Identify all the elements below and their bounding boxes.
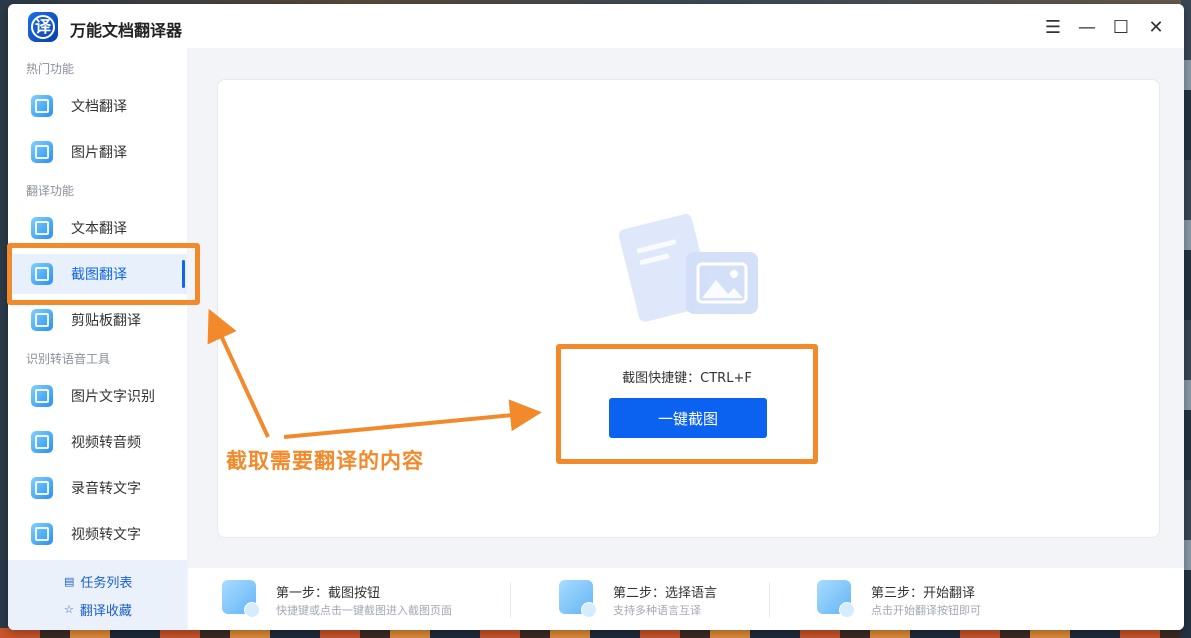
sidebar-footer: ▤ 任务列表 ☆ 翻译收藏 (8, 560, 187, 630)
step-desc: 支持多种语言互译 (613, 604, 701, 617)
sidebar-item-image-translate[interactable]: 图片翻译 (8, 132, 187, 172)
clipboard-translate-icon (31, 309, 53, 331)
step-title: 第三步：开始翻译 (871, 586, 976, 601)
section-label-recognition: 识别转语音工具 (26, 352, 111, 366)
text-translate-icon (31, 217, 53, 239)
sidebar-item-screenshot-translate[interactable]: 截图翻译 (8, 254, 187, 294)
audio-to-text-icon (31, 477, 53, 499)
menu-icon[interactable]: ☰ (1042, 16, 1064, 38)
step-desc: 快捷键或点击一键截图进入截图页面 (276, 604, 452, 617)
step-title: 第二步：选择语言 (613, 586, 718, 601)
sidebar-item-label: 视频转文字 (71, 527, 141, 543)
sidebar-item-document-translate[interactable]: 文档翻译 (8, 86, 187, 126)
video-to-text-icon (31, 523, 53, 545)
sidebar-item-label: 剪贴板翻译 (71, 313, 141, 329)
favorites-link[interactable]: ☆ 翻译收藏 (64, 600, 132, 619)
shortcut-hint: 截图快捷键：CTRL+F (622, 371, 752, 386)
document-translate-icon (31, 95, 53, 117)
maximize-icon[interactable]: ☐ (1110, 16, 1132, 38)
favorites-label: 翻译收藏 (79, 604, 132, 619)
task-list-label: 任务列表 (80, 576, 133, 591)
section-label-translate: 翻译功能 (26, 184, 75, 198)
star-icon: ☆ (64, 603, 74, 616)
sidebar-item-label: 图片文字识别 (71, 389, 155, 405)
one-click-capture-button[interactable]: 一键截图 (609, 398, 767, 438)
screenshot-translate-icon (31, 263, 53, 285)
sidebar-item-audio-to-text[interactable]: 录音转文字 (8, 468, 187, 508)
sidebar-item-ocr[interactable]: 图片文字识别 (8, 376, 187, 416)
sidebar-item-video-to-audio[interactable]: 视频转音频 (8, 422, 187, 462)
divider (510, 582, 511, 618)
screenshot-illustration-icon (618, 213, 758, 322)
list-icon: ▤ (64, 575, 75, 588)
close-icon[interactable]: ✕ (1145, 16, 1167, 38)
app-title: 万能文档翻译器 (70, 21, 183, 40)
sidebar: 热门功能 文档翻译 图片翻译 翻译功能 文本翻译 截图翻译 剪贴板翻译 识别转语… (8, 48, 187, 630)
sidebar-item-label: 文档翻译 (71, 99, 127, 115)
sidebar-item-clipboard-translate[interactable]: 剪贴板翻译 (8, 300, 187, 340)
ocr-icon (31, 385, 53, 407)
steps-bar: 第一步：截图按钮 快捷键或点击一键截图进入截图页面 第二步：选择语言 支持多种语… (188, 568, 1184, 630)
task-list-link[interactable]: ▤ 任务列表 (64, 572, 132, 591)
language-icon (559, 580, 597, 618)
sidebar-item-label: 图片翻译 (71, 145, 127, 161)
annotation-text: 截取需要翻译的内容 (226, 449, 424, 473)
minimize-icon[interactable]: — (1076, 16, 1098, 38)
step-title: 第一步：截图按钮 (276, 586, 381, 601)
active-indicator (182, 260, 185, 288)
image-translate-icon (31, 141, 53, 163)
app-logo-icon: 译 (28, 12, 58, 42)
sidebar-item-video-to-text[interactable]: 视频转文字 (8, 514, 187, 554)
sidebar-item-label: 文本翻译 (71, 221, 127, 237)
sidebar-item-label: 截图翻译 (71, 267, 127, 283)
title-bar: 译 万能文档翻译器 ☰ — ☐ ✕ (8, 4, 1184, 48)
sidebar-item-label: 视频转音频 (71, 435, 141, 451)
sidebar-item-text-translate[interactable]: 文本翻译 (8, 208, 187, 248)
sidebar-item-label: 录音转文字 (71, 481, 141, 497)
video-to-audio-icon (31, 431, 53, 453)
crop-icon (222, 580, 260, 618)
app-window: 译 万能文档翻译器 ☰ — ☐ ✕ 热门功能 文档翻译 图片翻译 翻译功能 文本… (8, 4, 1184, 630)
shortcut-highlight-box: 截图快捷键：CTRL+F 一键截图 (556, 344, 818, 464)
translate-start-icon (817, 580, 855, 618)
section-label-hot: 热门功能 (26, 62, 75, 76)
step-desc: 点击开始翻译按钮即可 (871, 604, 981, 617)
divider (769, 582, 770, 618)
